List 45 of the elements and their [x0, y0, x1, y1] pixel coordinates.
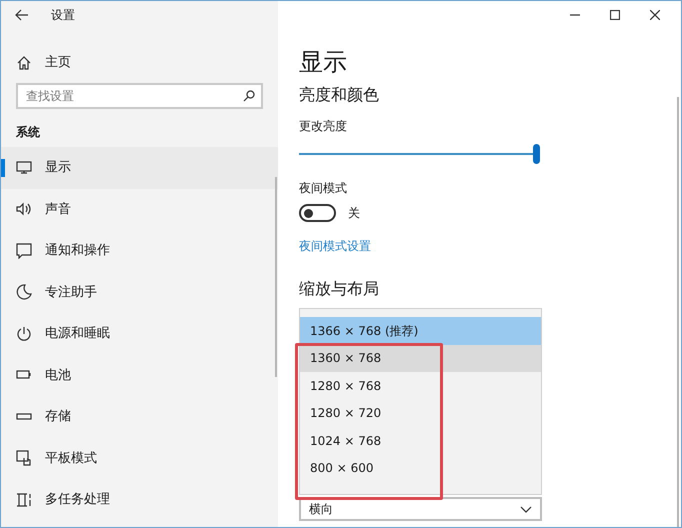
night-mode-toggle[interactable]	[299, 204, 336, 222]
slider-label: 更改亮度	[299, 118, 348, 134]
message-icon	[16, 242, 32, 259]
dropdown-option[interactable]: 1360 × 768	[300, 344, 541, 372]
nav-item[interactable]: 声音	[1, 188, 278, 230]
dropdown-option[interactable]: 1280 × 768	[300, 372, 541, 400]
dropdown-option[interactable]: 1280 × 720	[300, 400, 541, 427]
section-heading: 缩放与布局	[299, 278, 380, 300]
nav-item[interactable]: 通知和操作	[1, 230, 278, 272]
scrollbar[interactable]	[677, 97, 679, 527]
dropdown-option[interactable]: 1024 × 768	[300, 427, 541, 454]
power-icon	[16, 326, 32, 342]
home-link[interactable]: 主页	[45, 53, 71, 73]
close-icon[interactable]	[650, 10, 660, 20]
nav-item[interactable]: 电源和睡眠	[1, 313, 278, 354]
slider-thumb[interactable]	[533, 144, 540, 164]
chevron-icon	[520, 506, 532, 512]
nav-item[interactable]: 多任务处理	[1, 479, 278, 520]
nav-item[interactable]: 存储	[1, 396, 278, 438]
night-mode-link[interactable]: 夜间模式设置	[299, 238, 371, 254]
nav-item[interactable]: 显示	[1, 147, 278, 188]
back-icon[interactable]	[15, 9, 29, 21]
toggle-state: 关	[348, 205, 360, 222]
maximize-icon[interactable]	[610, 10, 620, 20]
search-field[interactable]: 查找设置	[16, 83, 263, 109]
nav-item[interactable]: 电池	[1, 354, 278, 396]
nav-item[interactable]: 平板模式	[1, 438, 278, 479]
tablet-icon	[16, 450, 32, 466]
section-heading: 亮度和颜色	[299, 84, 380, 106]
dropdown-option[interactable]: 1366 × 768 (推荐)	[300, 317, 541, 344]
section-heading: 系统	[15, 124, 41, 141]
window-title: 设置	[51, 7, 75, 24]
orientation-dropdown[interactable]: 横向	[299, 497, 542, 521]
search-icon	[243, 90, 255, 102]
scrollbar[interactable]	[275, 177, 277, 377]
page-title: 显示	[299, 47, 348, 78]
multitask-icon	[16, 492, 32, 508]
dropdown-option[interactable]: 800 × 600	[300, 454, 541, 482]
brightness-slider[interactable]	[299, 144, 540, 164]
nav-item[interactable]: 专注助手	[1, 272, 278, 313]
speaker-icon	[16, 201, 32, 218]
toggle-label: 夜间模式	[299, 180, 348, 196]
moon-icon	[16, 284, 32, 300]
home-icon	[17, 56, 31, 70]
monitor-icon	[16, 160, 32, 176]
